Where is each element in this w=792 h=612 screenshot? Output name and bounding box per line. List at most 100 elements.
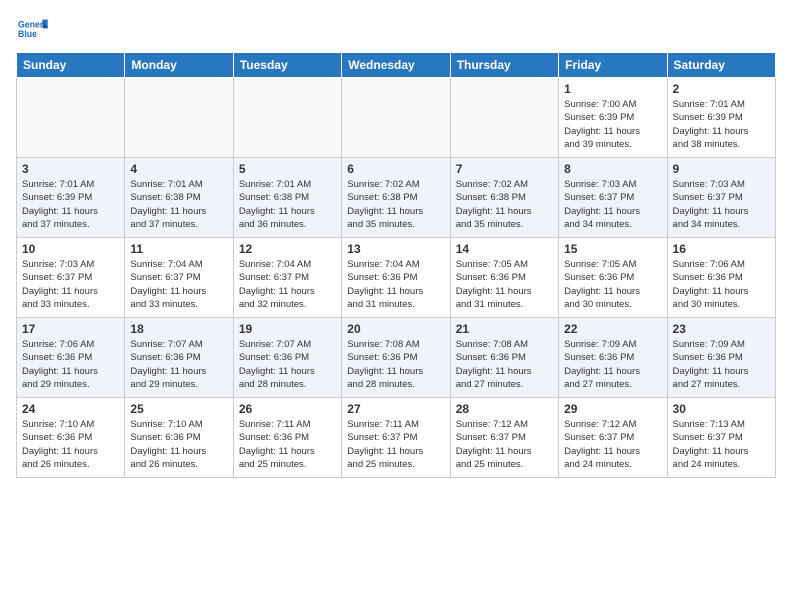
calendar-week-row: 1 Sunrise: 7:00 AM Sunset: 6:39 PM Daylig…: [17, 78, 776, 158]
day-info: Sunrise: 7:04 AM Sunset: 6:37 PM Dayligh…: [130, 258, 227, 311]
day-number: 20: [347, 322, 444, 336]
logo-icon: General Blue: [16, 16, 48, 44]
calendar-day: 29 Sunrise: 7:12 AM Sunset: 6:37 PM Dayli…: [559, 398, 667, 478]
day-info: Sunrise: 7:03 AM Sunset: 6:37 PM Dayligh…: [673, 178, 770, 231]
day-info: Sunrise: 7:02 AM Sunset: 6:38 PM Dayligh…: [456, 178, 553, 231]
day-info: Sunrise: 7:02 AM Sunset: 6:38 PM Dayligh…: [347, 178, 444, 231]
calendar-day: 7 Sunrise: 7:02 AM Sunset: 6:38 PM Daylig…: [450, 158, 558, 238]
day-number: 16: [673, 242, 770, 256]
calendar-day: 1 Sunrise: 7:00 AM Sunset: 6:39 PM Daylig…: [559, 78, 667, 158]
page-header: General Blue: [16, 16, 776, 44]
day-number: 10: [22, 242, 119, 256]
day-number: 9: [673, 162, 770, 176]
weekday-header-tuesday: Tuesday: [233, 53, 341, 78]
day-info: Sunrise: 7:10 AM Sunset: 6:36 PM Dayligh…: [22, 418, 119, 471]
weekday-header-monday: Monday: [125, 53, 233, 78]
calendar-day: [450, 78, 558, 158]
calendar-week-row: 17 Sunrise: 7:06 AM Sunset: 6:36 PM Dayli…: [17, 318, 776, 398]
day-number: 25: [130, 402, 227, 416]
calendar-day: 30 Sunrise: 7:13 AM Sunset: 6:37 PM Dayli…: [667, 398, 775, 478]
calendar-day: 27Sunrise: 7:11 AM Sunset: 6:37 PM Dayli…: [342, 398, 450, 478]
calendar-day: [233, 78, 341, 158]
day-number: 8: [564, 162, 661, 176]
calendar-table: SundayMondayTuesdayWednesdayThursdayFrid…: [16, 52, 776, 478]
calendar-week-row: 10Sunrise: 7:03 AM Sunset: 6:37 PM Dayli…: [17, 238, 776, 318]
calendar-day: 11 Sunrise: 7:04 AM Sunset: 6:37 PM Dayli…: [125, 238, 233, 318]
day-info: Sunrise: 7:12 AM Sunset: 6:37 PM Dayligh…: [456, 418, 553, 471]
day-number: 3: [22, 162, 119, 176]
day-info: Sunrise: 7:12 AM Sunset: 6:37 PM Dayligh…: [564, 418, 661, 471]
day-number: 14: [456, 242, 553, 256]
calendar-day: 24Sunrise: 7:10 AM Sunset: 6:36 PM Dayli…: [17, 398, 125, 478]
day-number: 13: [347, 242, 444, 256]
day-info: Sunrise: 7:09 AM Sunset: 6:36 PM Dayligh…: [673, 338, 770, 391]
logo: General Blue: [16, 16, 52, 44]
day-info: Sunrise: 7:08 AM Sunset: 6:36 PM Dayligh…: [456, 338, 553, 391]
day-info: Sunrise: 7:07 AM Sunset: 6:36 PM Dayligh…: [130, 338, 227, 391]
day-info: Sunrise: 7:08 AM Sunset: 6:36 PM Dayligh…: [347, 338, 444, 391]
calendar-day: 20 Sunrise: 7:08 AM Sunset: 6:36 PM Dayli…: [342, 318, 450, 398]
day-number: 23: [673, 322, 770, 336]
day-info: Sunrise: 7:13 AM Sunset: 6:37 PM Dayligh…: [673, 418, 770, 471]
day-info: Sunrise: 7:05 AM Sunset: 6:36 PM Dayligh…: [456, 258, 553, 311]
day-info: Sunrise: 7:06 AM Sunset: 6:36 PM Dayligh…: [22, 338, 119, 391]
day-info: Sunrise: 7:03 AM Sunset: 6:37 PM Dayligh…: [564, 178, 661, 231]
calendar-day: 13 Sunrise: 7:04 AM Sunset: 6:36 PM Dayli…: [342, 238, 450, 318]
day-info: Sunrise: 7:01 AM Sunset: 6:39 PM Dayligh…: [673, 98, 770, 151]
weekday-header-thursday: Thursday: [450, 53, 558, 78]
day-info: Sunrise: 7:04 AM Sunset: 6:36 PM Dayligh…: [347, 258, 444, 311]
day-number: 12: [239, 242, 336, 256]
day-number: 18: [130, 322, 227, 336]
calendar-day: 18 Sunrise: 7:07 AM Sunset: 6:36 PM Dayli…: [125, 318, 233, 398]
day-number: 19: [239, 322, 336, 336]
day-number: 6: [347, 162, 444, 176]
day-info: Sunrise: 7:06 AM Sunset: 6:36 PM Dayligh…: [673, 258, 770, 311]
day-number: 28: [456, 402, 553, 416]
calendar-day: [342, 78, 450, 158]
calendar-day: 6 Sunrise: 7:02 AM Sunset: 6:38 PM Daylig…: [342, 158, 450, 238]
day-info: Sunrise: 7:01 AM Sunset: 6:39 PM Dayligh…: [22, 178, 119, 231]
calendar-day: 12Sunrise: 7:04 AM Sunset: 6:37 PM Dayli…: [233, 238, 341, 318]
day-number: 11: [130, 242, 227, 256]
calendar-day: 15 Sunrise: 7:05 AM Sunset: 6:36 PM Dayli…: [559, 238, 667, 318]
day-number: 7: [456, 162, 553, 176]
day-info: Sunrise: 7:00 AM Sunset: 6:39 PM Dayligh…: [564, 98, 661, 151]
weekday-header-wednesday: Wednesday: [342, 53, 450, 78]
day-info: Sunrise: 7:07 AM Sunset: 6:36 PM Dayligh…: [239, 338, 336, 391]
day-info: Sunrise: 7:10 AM Sunset: 6:36 PM Dayligh…: [130, 418, 227, 471]
calendar-day: 14 Sunrise: 7:05 AM Sunset: 6:36 PM Dayli…: [450, 238, 558, 318]
calendar-day: 10Sunrise: 7:03 AM Sunset: 6:37 PM Dayli…: [17, 238, 125, 318]
calendar-day: 4Sunrise: 7:01 AM Sunset: 6:38 PM Daylig…: [125, 158, 233, 238]
calendar-day: 8 Sunrise: 7:03 AM Sunset: 6:37 PM Daylig…: [559, 158, 667, 238]
calendar-day: 16 Sunrise: 7:06 AM Sunset: 6:36 PM Dayli…: [667, 238, 775, 318]
calendar-day: 9 Sunrise: 7:03 AM Sunset: 6:37 PM Daylig…: [667, 158, 775, 238]
day-info: Sunrise: 7:11 AM Sunset: 6:37 PM Dayligh…: [347, 418, 444, 471]
svg-text:Blue: Blue: [18, 29, 37, 39]
calendar-day: 21Sunrise: 7:08 AM Sunset: 6:36 PM Dayli…: [450, 318, 558, 398]
calendar-day: 23 Sunrise: 7:09 AM Sunset: 6:36 PM Dayli…: [667, 318, 775, 398]
day-number: 17: [22, 322, 119, 336]
day-number: 15: [564, 242, 661, 256]
day-number: 1: [564, 82, 661, 96]
day-number: 2: [673, 82, 770, 96]
day-number: 30: [673, 402, 770, 416]
calendar-day: 3 Sunrise: 7:01 AM Sunset: 6:39 PM Daylig…: [17, 158, 125, 238]
day-number: 5: [239, 162, 336, 176]
day-info: Sunrise: 7:11 AM Sunset: 6:36 PM Dayligh…: [239, 418, 336, 471]
day-info: Sunrise: 7:09 AM Sunset: 6:36 PM Dayligh…: [564, 338, 661, 391]
calendar-day: 22Sunrise: 7:09 AM Sunset: 6:36 PM Dayli…: [559, 318, 667, 398]
day-info: Sunrise: 7:01 AM Sunset: 6:38 PM Dayligh…: [239, 178, 336, 231]
calendar-day: 2 Sunrise: 7:01 AM Sunset: 6:39 PM Daylig…: [667, 78, 775, 158]
calendar-day: 25 Sunrise: 7:10 AM Sunset: 6:36 PM Dayli…: [125, 398, 233, 478]
calendar-week-row: 3 Sunrise: 7:01 AM Sunset: 6:39 PM Daylig…: [17, 158, 776, 238]
calendar-day: [125, 78, 233, 158]
calendar-day: 28 Sunrise: 7:12 AM Sunset: 6:37 PM Dayli…: [450, 398, 558, 478]
calendar-week-row: 24Sunrise: 7:10 AM Sunset: 6:36 PM Dayli…: [17, 398, 776, 478]
day-info: Sunrise: 7:01 AM Sunset: 6:38 PM Dayligh…: [130, 178, 227, 231]
weekday-header-friday: Friday: [559, 53, 667, 78]
weekday-header-saturday: Saturday: [667, 53, 775, 78]
day-info: Sunrise: 7:05 AM Sunset: 6:36 PM Dayligh…: [564, 258, 661, 311]
calendar-day: [17, 78, 125, 158]
calendar-day: 26Sunrise: 7:11 AM Sunset: 6:36 PM Dayli…: [233, 398, 341, 478]
day-number: 29: [564, 402, 661, 416]
